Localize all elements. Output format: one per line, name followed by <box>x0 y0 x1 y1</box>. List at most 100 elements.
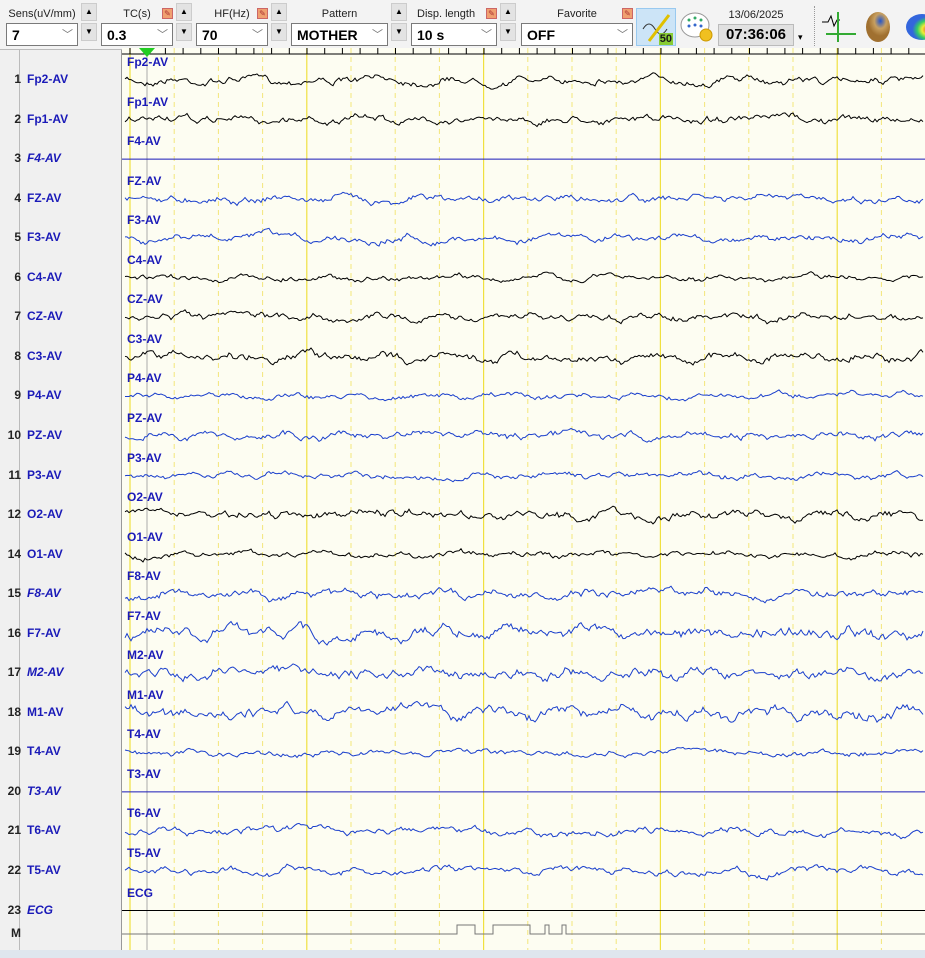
channel-label-fp1-av[interactable]: 2 Fp1-AV <box>0 112 120 128</box>
channel-label-fp2-av[interactable]: 1 Fp2-AV <box>0 72 120 88</box>
down-arrow-icon[interactable]: ▼ <box>500 23 516 41</box>
channel-label-cz-av[interactable]: 7 CZ-AV <box>0 309 120 325</box>
up-arrow-icon[interactable]: ▲ <box>81 3 97 21</box>
eeg-trace <box>124 505 924 525</box>
hf-select[interactable]: 70 ﹀ <box>196 23 268 46</box>
dropdown-arrow-icon[interactable]: ▾ <box>798 32 803 43</box>
up-arrow-icon[interactable]: ▲ <box>271 3 287 21</box>
channel-name: F7-AV <box>27 625 61 640</box>
channel-label-c4-av[interactable]: 6 C4-AV <box>0 270 120 286</box>
channel-label-c3-av[interactable]: 8 C3-AV <box>0 349 120 365</box>
channel-label-o1-av[interactable]: 14 O1-AV <box>0 547 120 563</box>
down-arrow-icon[interactable]: ▼ <box>391 23 407 41</box>
channel-label-p3-av[interactable]: 11 P3-AV <box>0 468 120 484</box>
topomap-button[interactable] <box>902 10 925 49</box>
trace-label: C3-AV <box>127 331 163 346</box>
channel-label-t5-av[interactable]: 22 T5-AV <box>0 863 120 879</box>
channel-label-pz-av[interactable]: 10 PZ-AV <box>0 428 120 444</box>
channel-name: T3-AV <box>27 783 61 798</box>
channel-label-m1-av[interactable]: 18 M1-AV <box>0 705 120 721</box>
eeg-trace <box>124 427 924 443</box>
electrode-settings-button[interactable] <box>679 10 715 44</box>
channel-name: C3-AV <box>27 348 63 363</box>
channel-number: 4 <box>14 190 21 205</box>
trace-label: F3-AV <box>127 213 161 228</box>
eeg-plot[interactable]: Fp2-AV Fp1-AV F4-AV FZ-AV F3-AV C4-AV CZ-AV C3-… <box>122 48 925 950</box>
channel-name: ECG <box>27 902 54 917</box>
channel-number: 7 <box>14 309 21 324</box>
notch-filter-button[interactable]: 50 <box>636 8 676 46</box>
channel-label-o2-av[interactable]: 12 O2-AV <box>0 507 120 523</box>
disp-length-select[interactable]: 10 s ﹀ <box>411 23 497 46</box>
channel-label-f7-av[interactable]: 16 F7-AV <box>0 626 120 642</box>
eeg-traces[interactable] <box>122 48 925 950</box>
channel-name: Fp1-AV <box>27 111 69 126</box>
favorite-select[interactable]: OFF ﹀ <box>521 23 633 46</box>
up-arrow-icon[interactable]: ▲ <box>176 3 192 21</box>
up-arrow-icon[interactable]: ▲ <box>391 3 407 21</box>
eeg-trace <box>124 863 924 881</box>
channel-name: M2-AV <box>27 665 64 680</box>
up-arrow-icon[interactable]: ▲ <box>500 3 516 21</box>
channel-label-f4-av[interactable]: 3 F4-AV <box>0 151 120 167</box>
tc-spinner[interactable]: ▲ ▼ <box>176 3 192 41</box>
disp-spinner[interactable]: ▲ ▼ <box>500 3 516 41</box>
channel-label-fz-av[interactable]: 4 FZ-AV <box>0 191 120 207</box>
marker-channel-label: M <box>0 926 120 942</box>
eeg-trace <box>125 389 924 402</box>
channel-label-t6-av[interactable]: 21 T6-AV <box>0 823 120 839</box>
channel-number: 9 <box>14 388 21 403</box>
down-arrow-icon[interactable]: ▼ <box>81 23 97 41</box>
notch-value: 50 <box>658 33 673 45</box>
pencil-icon[interactable]: ✎ <box>486 8 497 19</box>
eeg-trace <box>124 347 924 366</box>
channel-name: O2-AV <box>27 507 63 522</box>
channel-name: PZ-AV <box>27 427 63 442</box>
head-3d-button[interactable] <box>862 10 896 49</box>
trace-label: Fp2-AV <box>127 55 169 69</box>
trace-label: T6-AV <box>127 806 161 821</box>
channel-label-f3-av[interactable]: 5 F3-AV <box>0 230 120 246</box>
pencil-icon[interactable]: ✎ <box>622 8 633 19</box>
pattern-label: Pattern <box>321 8 358 20</box>
down-arrow-icon[interactable]: ▼ <box>176 23 192 41</box>
trace-label: P4-AV <box>127 371 162 386</box>
channel-number: 2 <box>14 111 21 126</box>
trace-label: CZ-AV <box>127 292 163 307</box>
trace-label: P3-AV <box>127 450 162 465</box>
channel-label-f8-av[interactable]: 15 F8-AV <box>0 586 120 602</box>
pencil-icon[interactable]: ✎ <box>257 8 268 19</box>
favorite-label: Favorite <box>557 8 597 20</box>
channel-label-t4-av[interactable]: 19 T4-AV <box>0 744 120 760</box>
eeg-trace <box>124 822 924 840</box>
down-arrow-icon[interactable]: ▼ <box>271 23 287 41</box>
chevron-down-icon: ﹀ <box>481 29 492 41</box>
channel-number: 20 <box>7 783 21 798</box>
channel-label-m2-av[interactable]: 17 M2-AV <box>0 665 120 681</box>
channel-number: 23 <box>7 902 21 917</box>
sens-select[interactable]: 7 ﹀ <box>6 23 78 46</box>
eeg-trace <box>124 191 924 207</box>
channel-number: 1 <box>14 72 21 86</box>
channel-label-t3-av[interactable]: 20 T3-AV <box>0 784 120 800</box>
pattern-select[interactable]: MOTHER ﹀ <box>291 23 388 46</box>
pencil-icon[interactable]: ✎ <box>162 8 173 19</box>
channel-label-ecg[interactable]: 23 ECG <box>0 903 120 919</box>
channel-name: CZ-AV <box>27 309 63 324</box>
horizontal-scrollbar[interactable] <box>0 950 925 958</box>
electrode-settings-icon <box>680 12 713 42</box>
channel-label-p4-av[interactable]: 9 P4-AV <box>0 388 120 404</box>
channel-number: 21 <box>7 823 21 838</box>
cursor-measure-button[interactable] <box>822 10 858 49</box>
channel-name: T5-AV <box>27 863 61 877</box>
time-display[interactable]: 07:36:06 <box>718 24 794 46</box>
sens-spinner[interactable]: ▲ ▼ <box>81 3 97 41</box>
channel-name: C4-AV <box>27 269 63 284</box>
tc-select[interactable]: 0.3 ﹀ <box>101 23 173 46</box>
trace-label: F7-AV <box>127 608 161 623</box>
topomap-icon <box>906 14 925 40</box>
hf-spinner[interactable]: ▲ ▼ <box>271 3 287 41</box>
eeg-trace <box>124 470 924 483</box>
pattern-spinner[interactable]: ▲ ▼ <box>391 3 407 41</box>
eeg-trace <box>124 585 924 604</box>
